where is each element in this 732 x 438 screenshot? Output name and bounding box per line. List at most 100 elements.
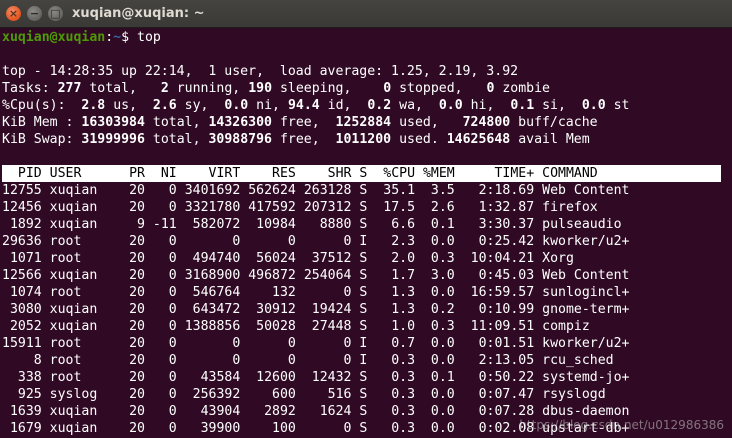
cell-pr: 20: [121, 285, 145, 300]
cell-virt: 1388856: [184, 319, 241, 334]
title-bar[interactable]: × − □ xuqian@xuqian: ~: [0, 0, 732, 28]
cell-user: xuqian: [49, 200, 114, 215]
cell-mem: 0.3: [422, 319, 455, 334]
cell-user: root: [49, 285, 114, 300]
cell-pr: 20: [121, 319, 145, 334]
cell-virt: 256392: [184, 387, 241, 402]
cell-ni: 0: [152, 404, 177, 419]
cell-shr: 516: [303, 387, 352, 402]
cell-shr: 263128: [303, 183, 352, 198]
cell-res: 10984: [248, 217, 296, 232]
cell-pr: 20: [121, 268, 145, 283]
column-header-res: RES: [248, 166, 296, 181]
cpu-line: %Cpu(s): 2.8 us, 2.6 sy, 0.0 ni, 94.4 id…: [2, 97, 732, 114]
cell-virt: 0: [184, 234, 241, 249]
swap-label: KiB Swap:: [2, 132, 74, 147]
cell-shr: 8880: [303, 217, 352, 232]
cell-shr: 207312: [303, 200, 352, 215]
process-row: 29636 root 20 0 0 0 0 I 2.3 0.0 0:25.42 …: [2, 233, 732, 250]
cell-res: 0: [248, 336, 296, 351]
cell-pr: 20: [121, 302, 145, 317]
cell-res: 0: [248, 353, 296, 368]
cell-mem: 0.2: [422, 302, 455, 317]
cell-shr: 27448: [303, 319, 352, 334]
cell-pid: 1892: [2, 217, 42, 232]
mem-buff-label: buff/cache: [510, 115, 598, 130]
process-row: 12456 xuqian 20 0 3321780 417592 207312 …: [2, 199, 732, 216]
cell-command: Xorg: [542, 251, 638, 266]
cell-res: 12600: [248, 370, 296, 385]
cpu-wa-label: wa,: [391, 98, 423, 113]
prompt-symbol: $: [121, 30, 138, 45]
mem-line: KiB Mem : 16303984 total, 14326300 free,…: [2, 114, 732, 131]
tasks-sleeping-label: sleeping,: [272, 81, 352, 96]
cell-user: root: [49, 251, 114, 266]
cell-user: root: [49, 370, 114, 385]
mem-buff: 724800: [462, 115, 511, 130]
cell-time: 0:07.47: [462, 387, 535, 402]
cell-res: 30912: [248, 302, 296, 317]
cpu-wa: 0.2: [367, 98, 392, 113]
cpu-id: 94.4: [287, 98, 320, 113]
cell-command: Web Content: [542, 268, 638, 283]
cell-res: 562624: [248, 183, 296, 198]
cell-state: S: [359, 387, 368, 402]
column-header-pr: PR: [121, 166, 145, 181]
tasks-label: Tasks:: [2, 81, 50, 96]
cell-time: 0:50.22: [462, 370, 535, 385]
cell-shr: 0: [303, 234, 352, 249]
tasks-stopped-label: stopped,: [391, 81, 463, 96]
cell-virt: 582072: [184, 217, 241, 232]
cell-pid: 1071: [2, 251, 42, 266]
cell-mem: 0.0: [422, 421, 455, 436]
minimize-icon[interactable]: −: [27, 6, 42, 21]
mem-total: 16303984: [81, 115, 145, 130]
cell-ni: 0: [152, 387, 177, 402]
cell-command: pulseaudio: [542, 217, 638, 232]
cell-res: 56024: [248, 251, 296, 266]
mem-used-label: used,: [391, 115, 439, 130]
cell-pid: 2052: [2, 319, 42, 334]
cell-pid: 12755: [2, 183, 42, 198]
cpu-st-label: st: [605, 98, 630, 113]
cell-ni: 0: [152, 285, 177, 300]
cell-state: S: [359, 217, 368, 232]
cell-command: kworker/u2+: [542, 234, 638, 249]
cell-cpu: 0.7: [375, 336, 416, 351]
cell-ni: 0: [152, 302, 177, 317]
cell-virt: 43584: [184, 370, 241, 385]
cell-pid: 1679: [2, 421, 42, 436]
cell-virt: 0: [184, 336, 241, 351]
cell-command: rcu_sched: [542, 353, 638, 368]
cell-mem: 0.3: [422, 251, 455, 266]
cell-pr: 20: [121, 336, 145, 351]
terminal-content[interactable]: xuqian@xuqian:~$ top top - 14:28:35 up 2…: [2, 29, 732, 438]
cell-cpu: 0.3: [375, 421, 416, 436]
column-header-mem: %MEM: [422, 166, 455, 181]
cell-command: systemd-jo+: [542, 370, 638, 385]
cell-ni: 0: [152, 183, 177, 198]
cell-virt: 643472: [184, 302, 241, 317]
cell-cpu: 1.7: [375, 268, 416, 283]
cell-cpu: 2.0: [375, 251, 416, 266]
cell-user: xuqian: [49, 268, 114, 283]
cell-user: xuqian: [49, 183, 114, 198]
column-header-time: TIME+: [462, 166, 535, 181]
swap-total: 31999996: [81, 132, 145, 147]
cell-cpu: 1.0: [375, 319, 416, 334]
process-row: 8 root 20 0 0 0 0 I 0.3 0.0 2:13.05 rcu_…: [2, 352, 732, 369]
close-icon[interactable]: ×: [6, 6, 21, 21]
cell-res: 496872: [248, 268, 296, 283]
cpu-si-label: si,: [534, 98, 566, 113]
cell-cpu: 35.1: [375, 183, 416, 198]
maximize-icon[interactable]: □: [48, 6, 63, 21]
cell-cpu: 0.3: [375, 353, 416, 368]
cell-time: 0:25.42: [462, 234, 535, 249]
process-row: 338 root 20 0 43584 12600 12432 S 0.3 0.…: [2, 369, 732, 386]
cell-cpu: 2.3: [375, 234, 416, 249]
cell-state: S: [359, 319, 368, 334]
mem-label: KiB Mem :: [2, 115, 74, 130]
tasks-running-label: running,: [168, 81, 241, 96]
cell-cpu: 1.3: [375, 302, 416, 317]
process-row: 1892 xuqian 9 -11 582072 10984 8880 S 6.…: [2, 216, 732, 233]
